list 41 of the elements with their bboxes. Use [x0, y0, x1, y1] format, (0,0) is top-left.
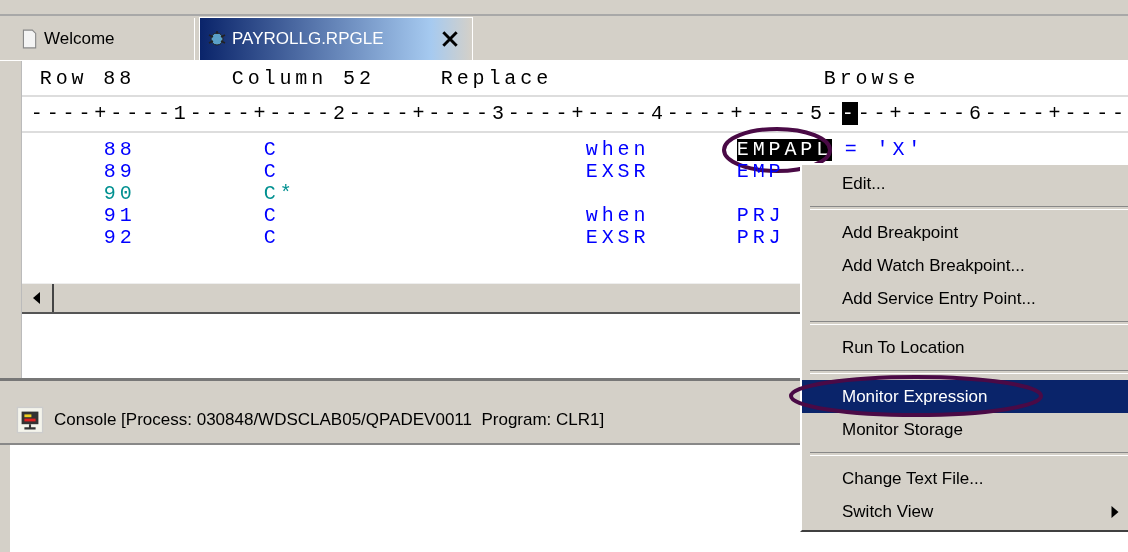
opcode: when — [585, 138, 650, 161]
spec-type: C — [263, 160, 280, 183]
submenu-arrow-icon — [1111, 506, 1119, 518]
line-number: 88 — [103, 139, 137, 161]
page-icon — [20, 29, 38, 49]
menu-item[interactable]: Run To Location — [802, 331, 1128, 364]
opcode: EXSR — [585, 160, 650, 183]
column-ruler: ----+----1----+----2----+----3----+----4----+----5----+----6----+---- — [21, 97, 1128, 133]
monitor-icon — [16, 406, 44, 434]
bug-icon — [208, 29, 226, 49]
left-arrow-icon — [32, 292, 41, 304]
spec-type: C — [263, 138, 280, 161]
menu-item[interactable]: Change Text File... — [802, 462, 1128, 495]
opcode: when — [585, 204, 650, 227]
menu-item[interactable]: Monitor Storage — [802, 413, 1128, 446]
menu-item[interactable]: Edit... — [802, 167, 1128, 200]
code-token: PRJ — [736, 227, 785, 249]
menu-item[interactable]: Switch View — [802, 495, 1128, 528]
ruler-cursor: - — [841, 102, 858, 125]
view-indicator: Browse — [823, 67, 920, 90]
spec-type: C — [263, 226, 280, 249]
row-indicator: Row 88 — [39, 67, 136, 90]
editor-tab[interactable]: PAYROLLG.RPGLE — [199, 17, 473, 60]
console-title: Console [Process: 030848/WDSCLAB05/QPADEV0011 Program: CLR1] — [54, 410, 605, 430]
line-number: 89 — [103, 161, 137, 183]
spec-type: C — [263, 204, 280, 227]
close-icon[interactable] — [442, 31, 458, 47]
spec-type: C* — [263, 182, 296, 205]
code-text: = 'X' — [844, 139, 925, 161]
menu-item[interactable]: Monitor Expression — [802, 380, 1128, 413]
code-token: EMPAPL — [736, 139, 833, 161]
code-token: PRJ — [736, 205, 785, 227]
column-indicator: Column 52 — [231, 67, 375, 90]
menu-item[interactable]: Add Breakpoint — [802, 216, 1128, 249]
menu-item[interactable]: Add Service Entry Point... — [802, 282, 1128, 315]
menu-item[interactable]: Add Watch Breakpoint... — [802, 249, 1128, 282]
mode-indicator: Replace — [440, 67, 553, 90]
line-number: 91 — [103, 205, 137, 227]
opcode: EXSR — [585, 226, 650, 249]
line-number: 90 — [103, 183, 137, 205]
line-number: 92 — [103, 227, 137, 249]
